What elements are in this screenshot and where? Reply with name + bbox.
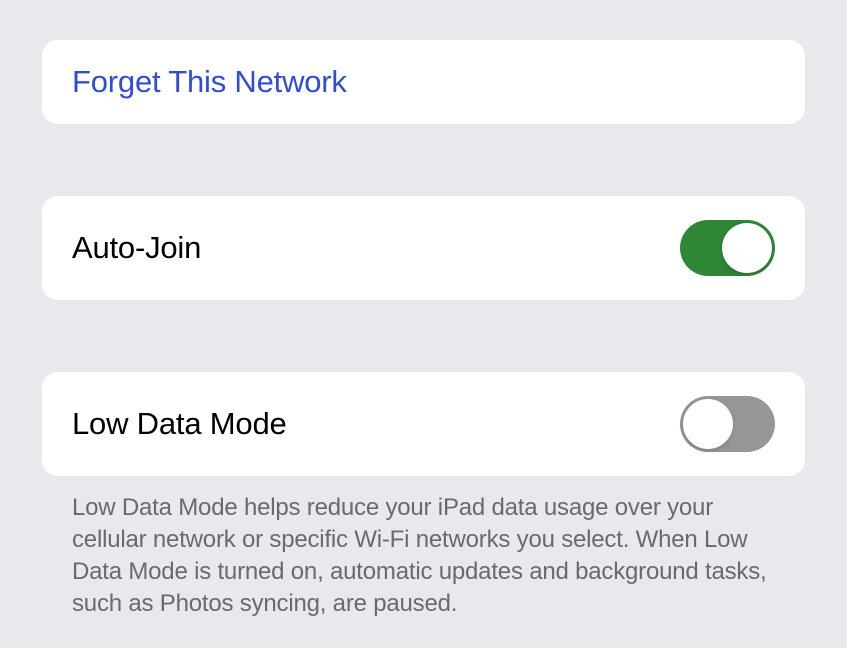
auto-join-row: Auto-Join: [42, 196, 805, 300]
forget-network-section: Forget This Network: [42, 40, 805, 124]
auto-join-section: Auto-Join: [42, 196, 805, 300]
forget-network-button[interactable]: Forget This Network: [42, 40, 805, 124]
low-data-mode-section: Low Data Mode Low Data Mode helps reduce…: [42, 372, 805, 620]
auto-join-label: Auto-Join: [72, 230, 201, 266]
low-data-mode-row: Low Data Mode: [42, 372, 805, 476]
toggle-knob-icon: [722, 223, 772, 273]
low-data-mode-toggle[interactable]: [680, 396, 775, 452]
forget-network-label: Forget This Network: [72, 64, 347, 100]
low-data-mode-description: Low Data Mode helps reduce your iPad dat…: [42, 476, 805, 620]
auto-join-toggle[interactable]: [680, 220, 775, 276]
toggle-knob-icon: [683, 399, 733, 449]
low-data-mode-label: Low Data Mode: [72, 406, 287, 442]
